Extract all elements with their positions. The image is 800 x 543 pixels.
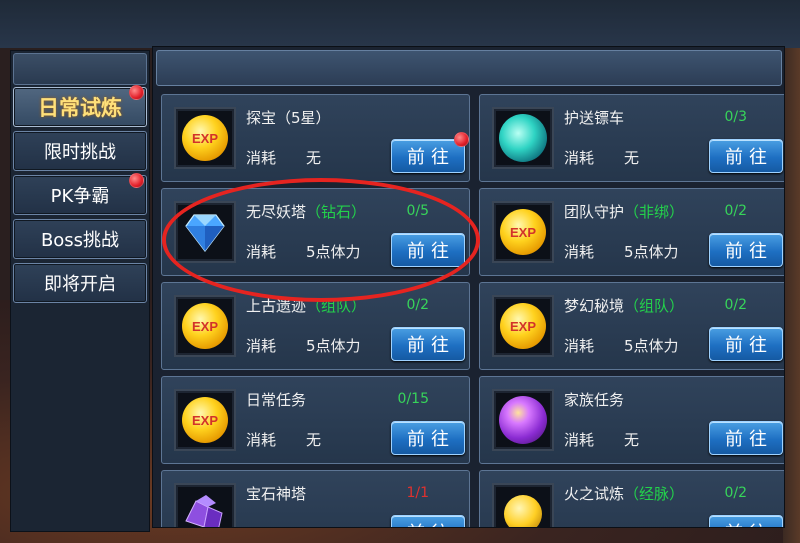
icon-frame [492,483,554,527]
notification-dot [129,173,144,188]
activity-card-team-guard: EXP 团队守护（非绑） 0/2 消耗 5点体力 前往 [479,188,784,276]
activity-card-escort: 护送镖车 0/3 消耗 无 前往 [479,94,784,182]
cost-value: 5点体力 [306,337,361,355]
purple-orb-icon [499,396,547,444]
activity-card-fire-trial: 火之试炼（经脉） 0/2 前往 [479,470,784,527]
go-button[interactable]: 前往 [391,139,465,173]
progress-count: 0/2 [406,297,429,313]
activity-card-treasure: EXP 探宝（5星） 消耗 无 前往 [161,94,470,182]
cost-label: 消耗 [564,431,595,449]
tab-daily-trial[interactable]: 日常试炼 [13,87,147,127]
progress-count: 0/2 [724,485,747,501]
panel-header [156,50,782,86]
cost-value: 无 [624,431,640,449]
notification-dot [129,85,144,100]
progress-count: 0/15 [397,391,429,407]
highlight-circle-annotation [162,178,480,302]
activity-title: 梦幻秘境（组队） [564,297,685,315]
activity-title: 宝石神塔 [246,485,307,503]
activity-card-dream-realm: EXP 梦幻秘境（组队） 0/2 消耗 5点体力 前往 [479,282,784,370]
tab-label: Boss挑战 [40,230,120,251]
gold-orb-icon [504,495,542,527]
go-button[interactable]: 前往 [709,233,783,267]
icon-frame [492,107,554,169]
go-button[interactable]: 前往 [709,421,783,455]
go-button[interactable]: 前往 [709,515,783,527]
exp-orb-icon: EXP [500,303,546,349]
teal-spirit-orb-icon [499,114,547,162]
sidebar-header [13,53,147,85]
icon-frame [174,483,236,527]
tab-boss-challenge[interactable]: Boss挑战 [13,219,147,259]
exp-orb-icon: EXP [182,397,228,443]
cost-value: 无 [306,149,322,167]
exp-orb-icon: EXP [182,115,228,161]
activity-title: 护送镖车 [564,109,625,127]
tab-pk-contest[interactable]: PK争霸 [13,175,147,215]
progress-count: 0/2 [724,203,747,219]
category-sidebar: 日常试炼 限时挑战 PK争霸 Boss挑战 即将开启 [10,50,150,532]
activity-title: 家族任务 [564,391,625,409]
cost-label: 消耗 [564,243,595,261]
cost-value: 无 [624,149,640,167]
right-background-edge [783,48,800,543]
activity-title: 日常任务 [246,391,307,409]
progress-count: 0/3 [724,109,747,125]
cost-value: 无 [306,431,322,449]
cost-label: 消耗 [564,337,595,355]
progress-count: 1/1 [406,485,429,501]
cost-label: 消耗 [246,431,277,449]
go-button[interactable]: 前往 [709,327,783,361]
icon-frame: EXP [492,201,554,263]
activity-card-gem-tower: 宝石神塔 1/1 前往 [161,470,470,527]
purple-gem-icon [185,495,223,527]
activity-title: 火之试炼（经脉） [564,485,685,503]
exp-orb-icon: EXP [500,209,546,255]
icon-frame: EXP [174,295,236,357]
cost-label: 消耗 [564,149,595,167]
tab-limited-challenge[interactable]: 限时挑战 [13,131,147,171]
tab-label: 即将开启 [44,274,116,295]
progress-count: 0/2 [724,297,747,313]
icon-frame: EXP [174,107,236,169]
go-button[interactable]: 前往 [391,421,465,455]
cost-label: 消耗 [246,337,277,355]
exp-orb-icon: EXP [182,303,228,349]
activity-card-family-quest: 家族任务 消耗 无 前往 [479,376,784,464]
tab-label: 日常试炼 [38,96,122,120]
tab-label: 限时挑战 [44,142,116,163]
tab-coming-soon[interactable]: 即将开启 [13,263,147,303]
go-button[interactable]: 前往 [391,327,465,361]
activity-title: 探宝（5星） [246,109,331,127]
cost-value: 5点体力 [624,243,679,261]
notification-dot [454,132,469,147]
icon-frame [492,389,554,451]
go-button[interactable]: 前往 [391,515,465,527]
activity-card-daily-quest: EXP 日常任务 0/15 消耗 无 前往 [161,376,470,464]
icon-frame: EXP [174,389,236,451]
icon-frame: EXP [492,295,554,357]
cost-label: 消耗 [246,149,277,167]
cost-value: 5点体力 [624,337,679,355]
go-button[interactable]: 前往 [709,139,783,173]
top-background [0,0,800,48]
tab-label: PK争霸 [50,186,110,207]
activity-title: 团队守护（非绑） [564,203,685,221]
